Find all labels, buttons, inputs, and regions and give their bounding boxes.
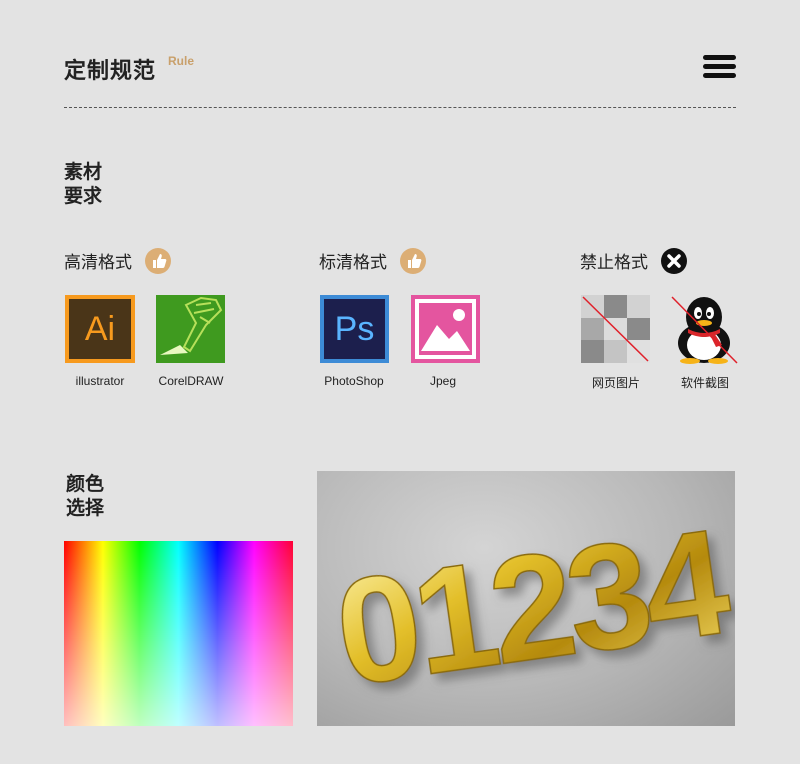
group-title-forbidden: 禁止格式 <box>580 253 648 273</box>
icon-label-qq-screenshot: 软件截图 <box>680 376 729 390</box>
coreldraw-icon <box>156 295 225 363</box>
ps-icon-text: Ps <box>334 309 375 348</box>
material-section-title: 素材 要求 <box>64 160 102 208</box>
ai-icon: Ai <box>65 295 135 363</box>
thumbs-up-icon <box>400 248 426 274</box>
icon-label-coreldraw: CorelDRAW <box>158 374 224 388</box>
qq-screenshot-icon <box>670 295 739 365</box>
icon-label-web-image: 网页图片 <box>591 376 640 390</box>
thumbs-up-icon <box>145 248 171 274</box>
page-title: 定制规范 <box>64 59 157 84</box>
color-spectrum-picker[interactable] <box>64 541 293 726</box>
group-title-hd: 高清格式 <box>64 253 132 273</box>
icon-label-jpeg: Jpeg <box>429 374 457 388</box>
jpeg-icon <box>411 295 480 363</box>
ai-icon-text: Ai <box>84 309 116 348</box>
web-image-icon <box>581 295 650 363</box>
page-subtitle: Rule <box>168 54 195 68</box>
x-mark-icon <box>661 248 687 274</box>
menu-button[interactable] <box>703 55 736 79</box>
color-title-line1: 颜色 <box>66 473 105 495</box>
dashed-divider <box>64 107 736 108</box>
gold-numbers-photo: 01234 <box>317 471 735 726</box>
group-title-sd: 标清格式 <box>319 253 387 273</box>
menu-bar <box>703 55 736 60</box>
icon-label-photoshop: PhotoShop <box>324 374 384 388</box>
menu-bar <box>703 73 736 78</box>
icon-label-illustrator: illustrator <box>75 374 125 388</box>
menu-bar <box>703 64 736 69</box>
ps-icon: Ps <box>320 295 389 363</box>
color-section-title: 颜色 选择 <box>66 472 104 520</box>
gold-numbers-text: 01234 <box>326 496 735 717</box>
material-title-line2: 要求 <box>64 185 103 207</box>
color-title-line2: 选择 <box>66 497 105 519</box>
material-title-line1: 素材 <box>64 161 103 183</box>
